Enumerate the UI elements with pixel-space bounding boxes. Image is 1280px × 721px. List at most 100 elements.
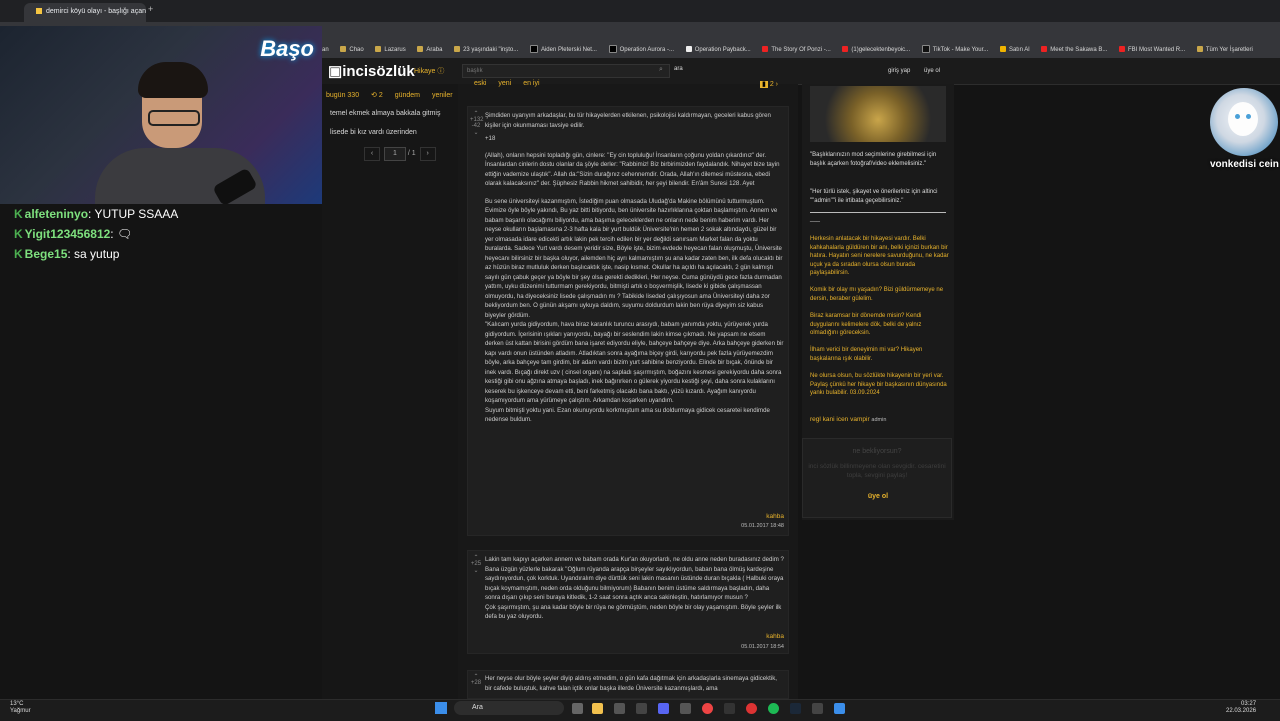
cat-overlay-label: vonkedisi cein bbox=[1210, 159, 1279, 170]
login-link[interactable]: giriş yap bbox=[888, 68, 910, 74]
app-icon[interactable] bbox=[636, 703, 647, 714]
sort-best[interactable]: en iyi bbox=[523, 80, 539, 87]
search-icon[interactable]: ⌕ bbox=[659, 66, 663, 74]
tab-favicon-icon bbox=[36, 8, 42, 15]
spotify-icon[interactable] bbox=[768, 703, 779, 714]
tab-new[interactable]: yeniler bbox=[432, 92, 453, 99]
sidebar-note: "Her türlü istek, şikayet ve önerilerini… bbox=[810, 189, 938, 204]
admin-link[interactable]: regl kani icen vampir admin bbox=[810, 416, 886, 423]
entry-author[interactable]: kahba bbox=[600, 513, 784, 520]
upvote-icon[interactable]: ⌃ bbox=[470, 110, 482, 117]
signup-link[interactable]: üye ol bbox=[924, 68, 940, 74]
bookmark[interactable]: Satın Al bbox=[999, 42, 1030, 58]
sidebar-story-text: Komik bir olay mı yaşadın? Bizi güldürme… bbox=[810, 287, 944, 302]
page-select[interactable]: 1 bbox=[383, 147, 406, 161]
hikaye-link[interactable]: Hikaye ⓘ bbox=[414, 66, 444, 76]
entry-text: Her neyse olur böyle şeyler diyip aldırı… bbox=[485, 675, 777, 692]
sidebar-story-text: Herkesin anlatacak bir hikayesi vardır. … bbox=[810, 236, 949, 276]
sort-oldest[interactable]: eski bbox=[474, 80, 486, 87]
bookmark[interactable]: an bbox=[322, 42, 329, 58]
folder-icon bbox=[340, 46, 347, 53]
discord-icon[interactable] bbox=[658, 703, 669, 714]
folder-icon bbox=[417, 46, 424, 53]
sidebar-dash: ___ bbox=[810, 216, 821, 222]
cat-logo-icon: ▣ bbox=[328, 63, 343, 80]
new-tab-button[interactable]: + bbox=[148, 4, 153, 14]
bookmark[interactable]: 23 yaşındaki "inşto... bbox=[454, 42, 518, 58]
youtube-icon bbox=[842, 46, 849, 53]
taskbar-search[interactable]: Ara bbox=[454, 701, 564, 715]
bookmark[interactable]: (1)gelecektenbeyoic... bbox=[842, 42, 910, 58]
entry-text: Şimdiden uyarıyım arkadaşlar, bu tür hik… bbox=[485, 112, 784, 423]
app-icon[interactable] bbox=[680, 703, 691, 714]
kick-badge-icon: K bbox=[14, 247, 23, 261]
signup-title: ne bekliyorsun? bbox=[852, 448, 902, 455]
sidebar-story-text: Ne olursa olsun, bu sözlükte hikayenin b… bbox=[810, 373, 947, 396]
downvote-icon[interactable]: ⌄ bbox=[470, 129, 482, 136]
folder-icon bbox=[375, 46, 382, 53]
search-button[interactable]: ara bbox=[674, 66, 683, 72]
chat-message: Kalfeteninyo: YUTUP SSAAA bbox=[14, 207, 179, 221]
chrome-icon[interactable] bbox=[702, 703, 713, 714]
chat-message: K Yigit123456812: 🗨 bbox=[14, 227, 133, 241]
weather-widget[interactable]: 13°C Yağmur bbox=[10, 701, 31, 715]
bookmark[interactable]: Lazarus bbox=[375, 42, 406, 58]
webcam-overlay: Başo bbox=[0, 26, 322, 204]
tab-refresh[interactable]: ⟲ 2 bbox=[371, 92, 383, 99]
taskbar-clock[interactable]: 03:27 22.03.2026 bbox=[1226, 701, 1256, 715]
windows-start-icon[interactable] bbox=[435, 702, 447, 714]
topic-link[interactable]: lisede bi kız vardı üzerinden bbox=[330, 129, 417, 136]
wikipedia-icon bbox=[685, 46, 692, 53]
task-view-icon[interactable] bbox=[572, 703, 583, 714]
bookmark[interactable]: Chao bbox=[340, 42, 364, 58]
cat-eye bbox=[1246, 114, 1251, 119]
bookmark[interactable]: Operation Aurora -... bbox=[608, 42, 674, 58]
downvote-icon[interactable]: ⌄ bbox=[470, 567, 482, 574]
upvote-icon[interactable]: ⌃ bbox=[470, 673, 482, 680]
bookmark[interactable]: Araba bbox=[417, 42, 442, 58]
app-icon[interactable] bbox=[724, 703, 735, 714]
browser-tab-bar bbox=[0, 0, 1280, 22]
youtube-icon bbox=[1119, 46, 1125, 53]
next-page-button[interactable]: › bbox=[419, 147, 436, 161]
topic-link[interactable]: temel ekmek almaya bakkala gitmiş bbox=[330, 110, 441, 117]
chat-message: K Bege15: sa yutup bbox=[14, 247, 120, 261]
search-input[interactable]: başlık bbox=[462, 64, 670, 78]
bookmark[interactable]: FBI Most Wanted R... bbox=[1119, 42, 1185, 58]
app-icon[interactable] bbox=[614, 703, 625, 714]
site-logo[interactable]: ▣incisözlük bbox=[328, 62, 415, 80]
bookmark[interactable]: Operation Payback... bbox=[685, 42, 751, 58]
vote-box: ⌃ +132 -42 ⌄ bbox=[470, 110, 484, 136]
bookmark[interactable]: Meet the Sakawa B... bbox=[1041, 42, 1107, 58]
tab-today[interactable]: bugün 330 bbox=[326, 92, 359, 99]
tab-agenda[interactable]: gündem bbox=[395, 92, 420, 99]
entry-page-indicator[interactable]: ▮ 2 › bbox=[760, 80, 778, 88]
site-icon bbox=[999, 46, 1006, 53]
vote-box: ⌃ +25 ⌄ bbox=[470, 554, 482, 574]
file-explorer-icon[interactable] bbox=[592, 703, 603, 714]
left-topic-nav bbox=[322, 84, 458, 704]
bookmark[interactable]: The Story Of Ponzi -... bbox=[762, 42, 831, 58]
bookmark[interactable]: Tüm Yer İşaretleri bbox=[1196, 42, 1253, 58]
upvote-icon[interactable]: ⌃ bbox=[470, 554, 482, 561]
entry-author[interactable]: kahba bbox=[600, 633, 784, 640]
steam-icon[interactable] bbox=[790, 703, 801, 714]
banner-image bbox=[810, 86, 946, 142]
signup-button[interactable]: üye ol bbox=[856, 493, 900, 500]
site-icon bbox=[454, 46, 461, 53]
app-icon[interactable] bbox=[812, 703, 823, 714]
sort-tabs: eski yeni en iyi bbox=[474, 80, 550, 87]
stream-logo: Başo bbox=[260, 36, 314, 61]
entry-date[interactable]: 05.01.2017 18:48 bbox=[600, 523, 784, 529]
prev-page-button[interactable]: ‹ bbox=[364, 147, 380, 161]
page-total: / 1 bbox=[407, 150, 416, 157]
bookmark[interactable]: TikTok - Make Your... bbox=[921, 42, 988, 58]
bookmark[interactable]: Aiden Pleterski Net... bbox=[529, 42, 597, 58]
app-icon[interactable] bbox=[834, 703, 845, 714]
entry-date[interactable]: 05.01.2017 18:54 bbox=[600, 644, 784, 650]
browser-tab[interactable]: demirci köyü olayı - başlığı açan bbox=[24, 3, 146, 22]
obs-icon[interactable] bbox=[746, 703, 757, 714]
nav-tabs: bugün 330 ⟲ 2 gündem yeniler bbox=[326, 91, 463, 99]
signup-description: inci sözlük billinmeyene olan sevgidir. … bbox=[808, 463, 946, 479]
sort-newest[interactable]: yeni bbox=[498, 80, 511, 87]
